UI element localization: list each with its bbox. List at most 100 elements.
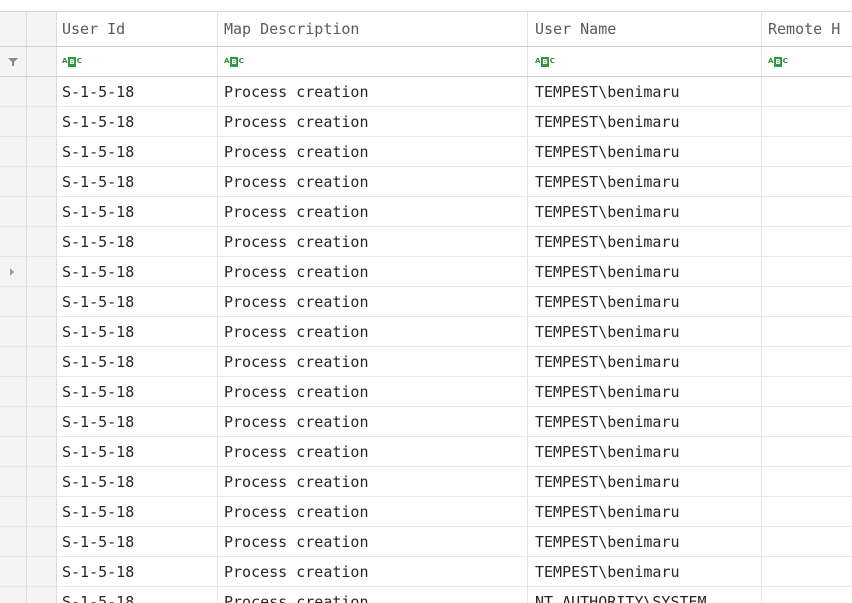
row-header[interactable] bbox=[0, 287, 27, 317]
cell-map-description[interactable]: Process creation bbox=[218, 167, 528, 197]
abc-text-filter-icon[interactable]: ABC bbox=[62, 56, 82, 67]
cell-user-id[interactable]: S-1-5-18 bbox=[57, 137, 218, 167]
row-header[interactable] bbox=[0, 587, 27, 603]
abc-text-filter-icon[interactable]: ABC bbox=[535, 56, 555, 67]
cell-user-name[interactable]: TEMPEST\benimaru bbox=[528, 107, 762, 137]
table-row[interactable]: S-1-5-18 Process creation TEMPEST\benimaru bbox=[0, 107, 852, 137]
cell-user-id[interactable]: S-1-5-18 bbox=[57, 557, 218, 587]
column-header-user-id[interactable]: User Id bbox=[57, 12, 218, 46]
cell-map-description[interactable]: Process creation bbox=[218, 527, 528, 557]
cell-user-name[interactable]: TEMPEST\benimaru bbox=[528, 347, 762, 377]
cell-user-id[interactable]: S-1-5-18 bbox=[57, 257, 218, 287]
table-row[interactable]: S-1-5-18 Process creation TEMPEST\benimaru bbox=[0, 527, 852, 557]
cell-remote-host[interactable] bbox=[762, 557, 852, 587]
cell-user-id[interactable]: S-1-5-18 bbox=[57, 377, 218, 407]
column-header-remote-host[interactable]: Remote H bbox=[762, 12, 852, 46]
cell-remote-host[interactable] bbox=[762, 437, 852, 467]
cell-remote-host[interactable] bbox=[762, 287, 852, 317]
row-header[interactable] bbox=[0, 557, 27, 587]
cell-map-description[interactable]: Process creation bbox=[218, 77, 528, 107]
cell-remote-host[interactable] bbox=[762, 77, 852, 107]
row-header[interactable] bbox=[0, 167, 27, 197]
filter-cell-map-description[interactable]: ABC bbox=[218, 47, 528, 76]
row-header[interactable] bbox=[0, 257, 27, 287]
cell-user-id[interactable]: S-1-5-18 bbox=[57, 287, 218, 317]
cell-map-description[interactable]: Process creation bbox=[218, 587, 528, 603]
cell-map-description[interactable]: Process creation bbox=[218, 407, 528, 437]
cell-remote-host[interactable] bbox=[762, 167, 852, 197]
row-header[interactable] bbox=[0, 77, 27, 107]
cell-user-name[interactable]: NT AUTHORITY\SYSTEM bbox=[528, 587, 762, 603]
cell-user-name[interactable]: TEMPEST\benimaru bbox=[528, 167, 762, 197]
row-header[interactable] bbox=[0, 107, 27, 137]
cell-user-name[interactable]: TEMPEST\benimaru bbox=[528, 497, 762, 527]
cell-user-id[interactable]: S-1-5-18 bbox=[57, 437, 218, 467]
cell-map-description[interactable]: Process creation bbox=[218, 557, 528, 587]
table-row[interactable]: S-1-5-18 Process creation TEMPEST\benimaru bbox=[0, 467, 852, 497]
cell-user-name[interactable]: TEMPEST\benimaru bbox=[528, 527, 762, 557]
table-row[interactable]: S-1-5-18 Process creation TEMPEST\benimaru bbox=[0, 287, 852, 317]
table-row[interactable]: S-1-5-18 Process creation TEMPEST\benimaru bbox=[0, 167, 852, 197]
row-header[interactable] bbox=[0, 137, 27, 167]
cell-map-description[interactable]: Process creation bbox=[218, 287, 528, 317]
cell-map-description[interactable]: Process creation bbox=[218, 377, 528, 407]
cell-map-description[interactable]: Process creation bbox=[218, 107, 528, 137]
row-header[interactable] bbox=[0, 497, 27, 527]
row-header[interactable] bbox=[0, 197, 27, 227]
cell-map-description[interactable]: Process creation bbox=[218, 467, 528, 497]
cell-user-name[interactable]: TEMPEST\benimaru bbox=[528, 377, 762, 407]
row-header[interactable] bbox=[0, 527, 27, 557]
row-header[interactable] bbox=[0, 227, 27, 257]
cell-user-id[interactable]: S-1-5-18 bbox=[57, 497, 218, 527]
cell-user-id[interactable]: S-1-5-18 bbox=[57, 587, 218, 603]
cell-map-description[interactable]: Process creation bbox=[218, 197, 528, 227]
table-row[interactable]: S-1-5-18 Process creation TEMPEST\benimaru bbox=[0, 77, 852, 107]
cell-user-name[interactable]: TEMPEST\benimaru bbox=[528, 227, 762, 257]
table-row[interactable]: S-1-5-18 Process creation TEMPEST\benimaru bbox=[0, 317, 852, 347]
cell-user-name[interactable]: TEMPEST\benimaru bbox=[528, 437, 762, 467]
cell-remote-host[interactable] bbox=[762, 527, 852, 557]
table-row[interactable]: S-1-5-18 Process creation TEMPEST\benimaru bbox=[0, 197, 852, 227]
cell-map-description[interactable]: Process creation bbox=[218, 437, 528, 467]
row-header[interactable] bbox=[0, 437, 27, 467]
table-row[interactable]: S-1-5-18 Process creation TEMPEST\benimaru bbox=[0, 557, 852, 587]
table-row[interactable]: S-1-5-18 Process creation NT AUTHORITY\SYS… bbox=[0, 587, 852, 603]
cell-remote-host[interactable] bbox=[762, 197, 852, 227]
cell-user-name[interactable]: TEMPEST\benimaru bbox=[528, 197, 762, 227]
cell-remote-host[interactable] bbox=[762, 227, 852, 257]
cell-remote-host[interactable] bbox=[762, 467, 852, 497]
cell-user-name[interactable]: TEMPEST\benimaru bbox=[528, 137, 762, 167]
cell-map-description[interactable]: Process creation bbox=[218, 257, 528, 287]
cell-user-name[interactable]: TEMPEST\benimaru bbox=[528, 317, 762, 347]
table-row[interactable]: S-1-5-18 Process creation TEMPEST\benimaru bbox=[0, 137, 852, 167]
cell-map-description[interactable]: Process creation bbox=[218, 227, 528, 257]
cell-user-name[interactable]: TEMPEST\benimaru bbox=[528, 557, 762, 587]
filter-cell-user-name[interactable]: ABC bbox=[528, 47, 762, 76]
cell-user-id[interactable]: S-1-5-18 bbox=[57, 227, 218, 257]
cell-remote-host[interactable] bbox=[762, 257, 852, 287]
cell-user-id[interactable]: S-1-5-18 bbox=[57, 347, 218, 377]
cell-user-name[interactable]: TEMPEST\benimaru bbox=[528, 77, 762, 107]
table-row[interactable]: S-1-5-18 Process creation TEMPEST\benimaru bbox=[0, 437, 852, 467]
table-row[interactable]: S-1-5-18 Process creation TEMPEST\benimaru bbox=[0, 347, 852, 377]
table-row[interactable]: S-1-5-18 Process creation TEMPEST\benimaru bbox=[0, 227, 852, 257]
cell-remote-host[interactable] bbox=[762, 137, 852, 167]
cell-remote-host[interactable] bbox=[762, 107, 852, 137]
table-row[interactable]: S-1-5-18 Process creation TEMPEST\benimaru bbox=[0, 377, 852, 407]
row-header[interactable] bbox=[0, 377, 27, 407]
cell-remote-host[interactable] bbox=[762, 347, 852, 377]
cell-map-description[interactable]: Process creation bbox=[218, 347, 528, 377]
cell-remote-host[interactable] bbox=[762, 317, 852, 347]
row-header[interactable] bbox=[0, 347, 27, 377]
cell-map-description[interactable]: Process creation bbox=[218, 317, 528, 347]
cell-map-description[interactable]: Process creation bbox=[218, 497, 528, 527]
cell-user-name[interactable]: TEMPEST\benimaru bbox=[528, 257, 762, 287]
filter-cell-remote-host[interactable]: ABC bbox=[762, 47, 852, 76]
row-header[interactable] bbox=[0, 407, 27, 437]
table-row[interactable]: S-1-5-18 Process creation TEMPEST\benimaru bbox=[0, 407, 852, 437]
cell-user-name[interactable]: TEMPEST\benimaru bbox=[528, 287, 762, 317]
cell-user-id[interactable]: S-1-5-18 bbox=[57, 527, 218, 557]
cell-remote-host[interactable] bbox=[762, 587, 852, 603]
cell-user-id[interactable]: S-1-5-18 bbox=[57, 167, 218, 197]
cell-user-id[interactable]: S-1-5-18 bbox=[57, 107, 218, 137]
